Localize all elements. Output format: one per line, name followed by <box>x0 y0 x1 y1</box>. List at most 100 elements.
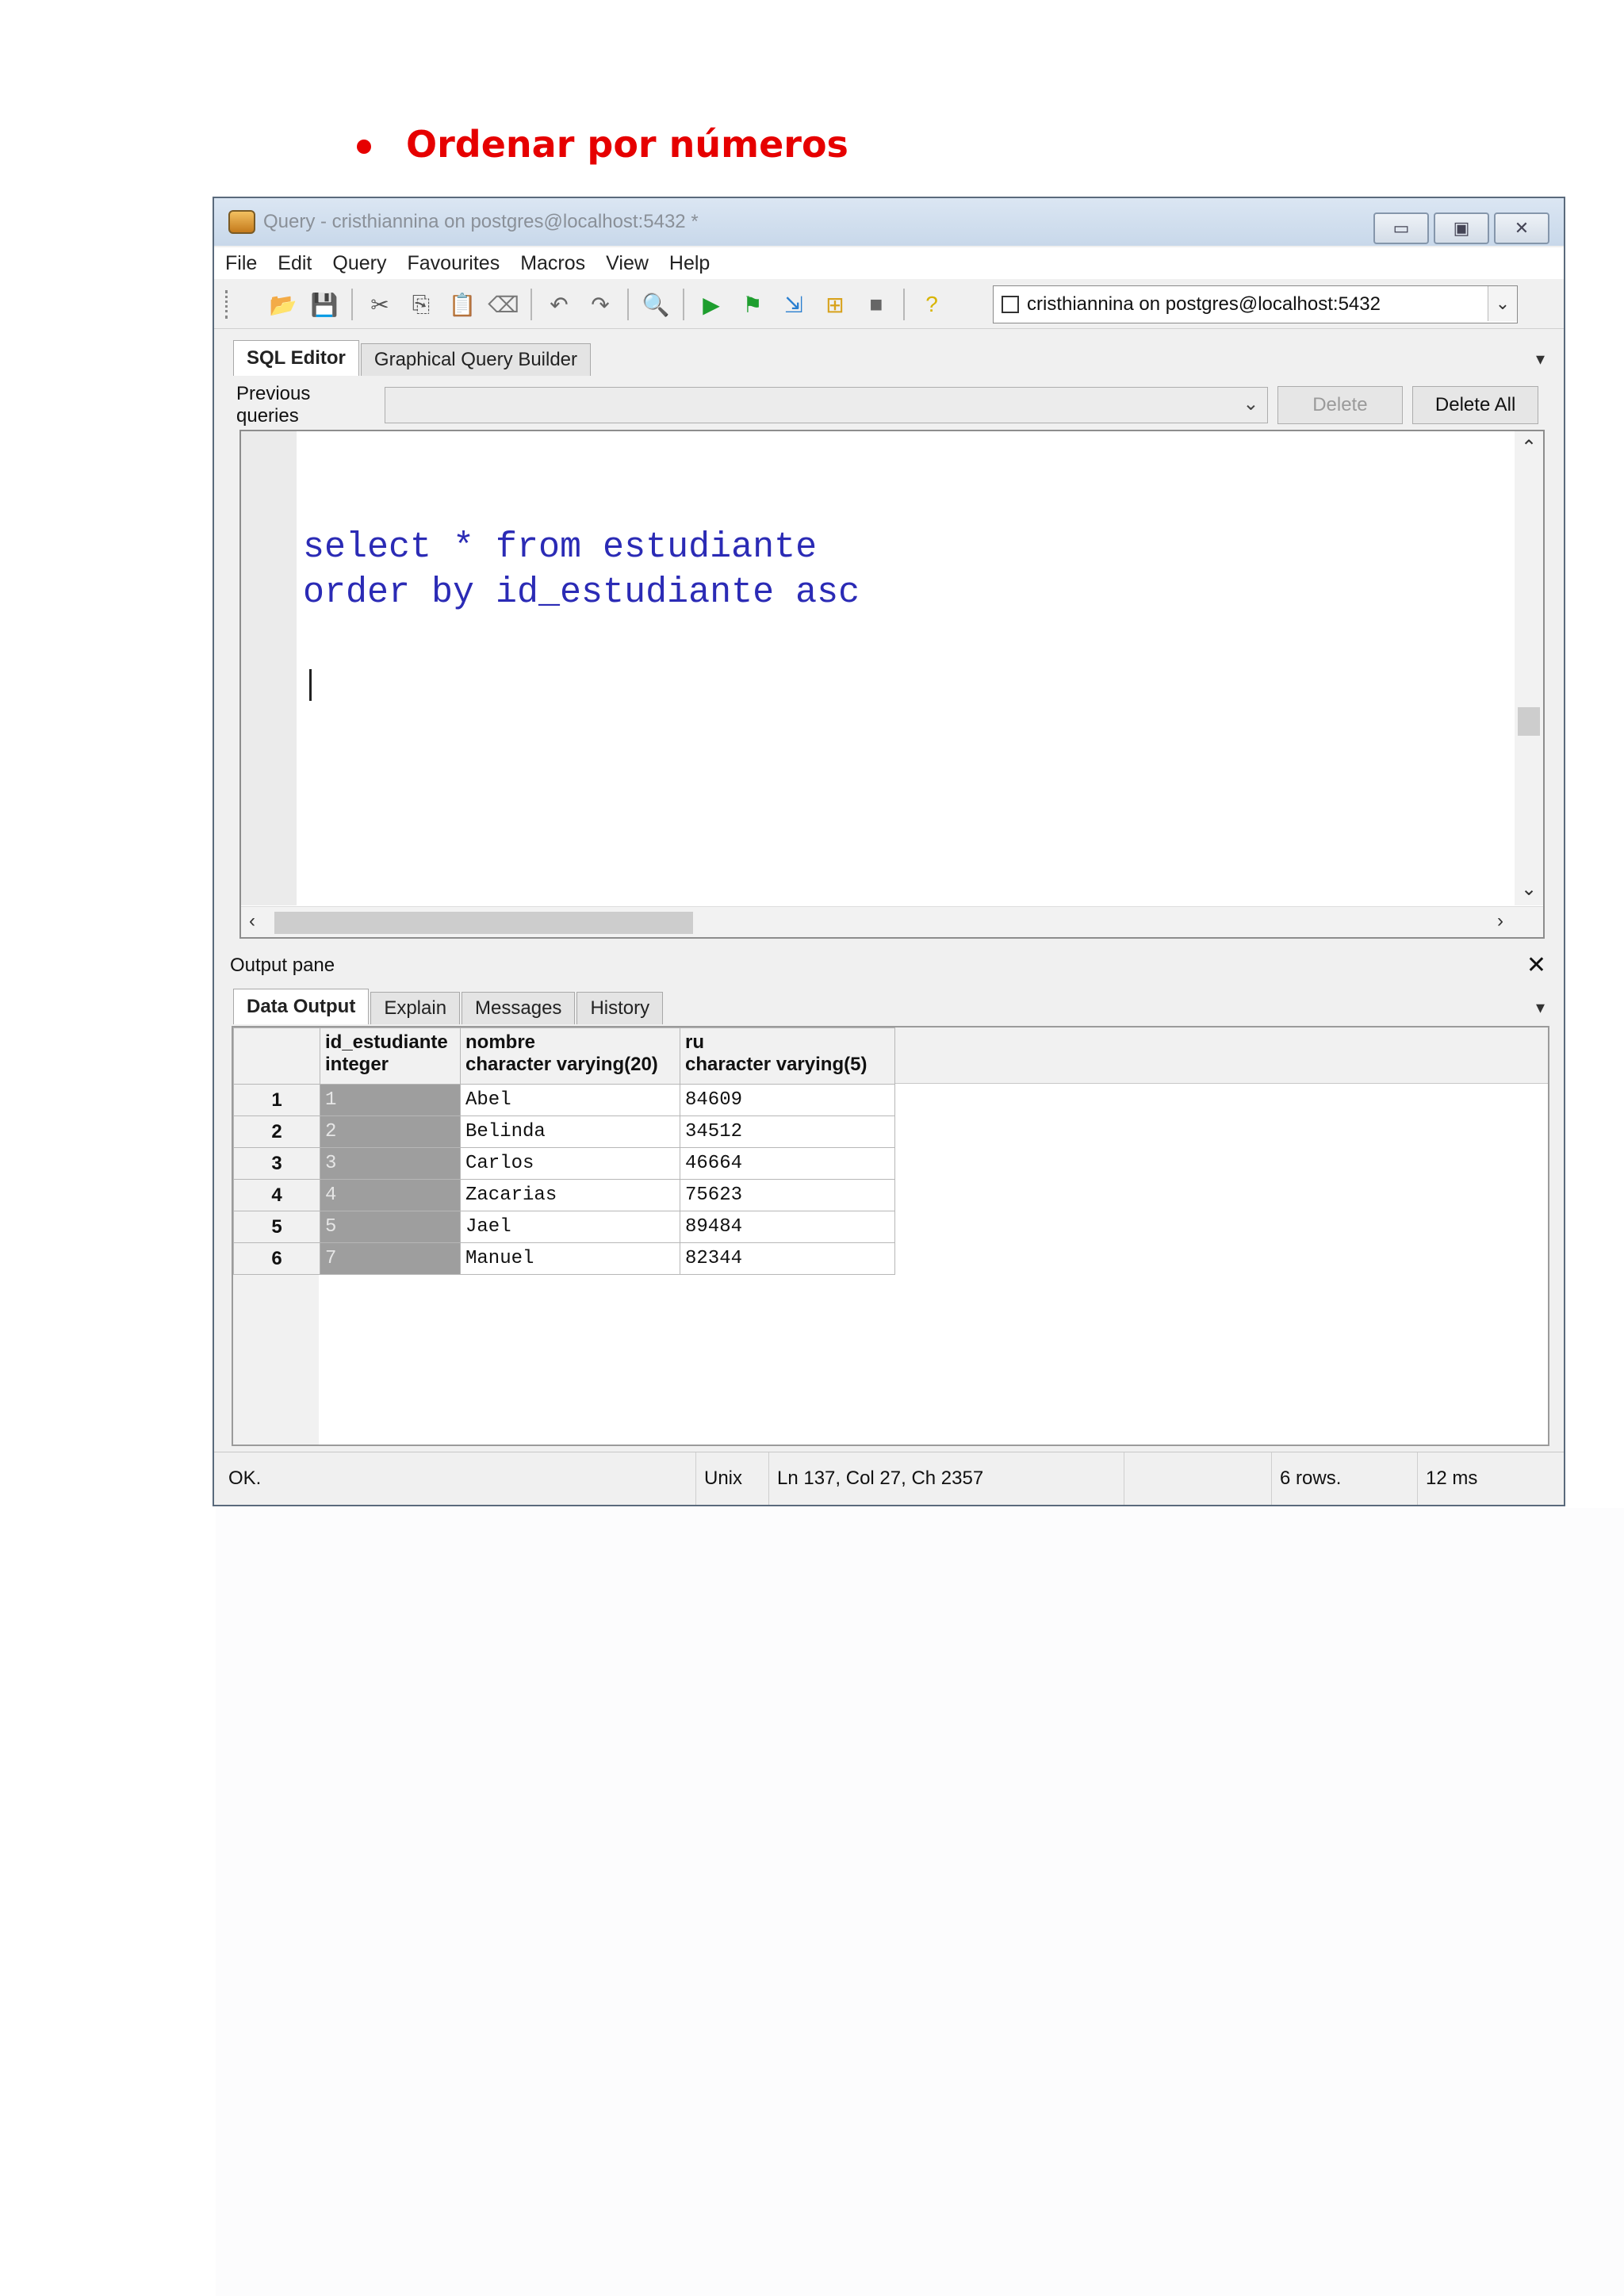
column-type: character varying(20) <box>465 1054 658 1075</box>
nombre-cell[interactable]: Zacarias <box>460 1179 680 1211</box>
previous-queries-select[interactable]: ⌄ <box>385 387 1268 423</box>
menu-edit[interactable]: Edit <box>278 252 312 275</box>
row-number[interactable]: 6 <box>233 1242 320 1275</box>
row-number[interactable]: 5 <box>233 1211 320 1243</box>
editor-gutter <box>241 431 297 905</box>
clear-icon[interactable]: ⌫ <box>488 290 519 319</box>
horizontal-scroll-thumb[interactable] <box>274 912 693 934</box>
cut-icon[interactable]: ✂ <box>366 290 394 319</box>
maximize-button[interactable]: ▣ <box>1434 212 1489 244</box>
editor-tabs: SQL Editor Graphical Query Builder ▾ <box>233 340 1545 376</box>
bullet-icon <box>357 140 371 154</box>
vertical-scroll-thumb[interactable] <box>1518 707 1540 736</box>
output-pane-label: Output pane <box>230 955 335 976</box>
table-row[interactable]: 4 4 Zacarias 75623 <box>233 1179 895 1211</box>
save-icon[interactable]: 💾 <box>310 290 339 319</box>
column-type: character varying(5) <box>685 1054 868 1075</box>
page-background <box>216 1508 1624 2296</box>
tab-menu-icon[interactable]: ▾ <box>1536 349 1545 369</box>
tab-data-output[interactable]: Data Output <box>233 989 370 1024</box>
tab-graphical-query-builder[interactable]: Graphical Query Builder <box>360 343 592 376</box>
horizontal-scrollbar[interactable]: ‹ › <box>241 906 1543 937</box>
close-icon[interactable]: ✕ <box>1526 951 1546 979</box>
find-icon[interactable]: 🔍 <box>642 290 670 319</box>
chevron-down-icon[interactable]: ⌄ <box>1243 392 1258 415</box>
id-cell[interactable]: 3 <box>320 1147 461 1180</box>
scroll-right-icon[interactable]: › <box>1497 910 1503 932</box>
ru-cell[interactable]: 46664 <box>680 1147 895 1180</box>
ru-cell[interactable]: 89484 <box>680 1211 895 1243</box>
delete-all-button[interactable]: Delete All <box>1412 386 1538 424</box>
open-file-icon[interactable]: 📂 <box>269 290 297 319</box>
ru-cell[interactable]: 75623 <box>680 1179 895 1211</box>
row-number[interactable]: 4 <box>233 1179 320 1211</box>
tab-sql-editor[interactable]: SQL Editor <box>233 340 359 376</box>
table-row[interactable]: 6 7 Manuel 82344 <box>233 1242 895 1275</box>
row-number[interactable]: 3 <box>233 1147 320 1180</box>
menu-query[interactable]: Query <box>332 252 386 275</box>
toolbar-grip[interactable] <box>225 290 231 319</box>
nombre-cell[interactable]: Jael <box>460 1211 680 1243</box>
execute-to-file-icon[interactable]: ⇲ <box>779 290 808 319</box>
column-header[interactable]: ru character varying(5) <box>680 1027 895 1085</box>
vertical-scrollbar[interactable]: ⌃ ⌄ <box>1515 431 1543 905</box>
tab-history[interactable]: History <box>576 992 664 1024</box>
tab-menu-icon[interactable]: ▾ <box>1536 997 1545 1018</box>
window-title: Query - cristhiannina on postgres@localh… <box>263 211 699 232</box>
table-row[interactable]: 5 5 Jael 89484 <box>233 1211 895 1243</box>
chevron-down-icon[interactable]: ⌄ <box>1488 286 1517 321</box>
row-number[interactable]: 1 <box>233 1084 320 1116</box>
menu-view[interactable]: View <box>606 252 649 275</box>
id-cell[interactable]: 4 <box>320 1179 461 1211</box>
sql-editor[interactable]: select * from estudiante order by id_est… <box>239 430 1545 939</box>
connection-checkbox[interactable] <box>1002 296 1019 313</box>
minimize-button[interactable]: ▭ <box>1373 212 1429 244</box>
nombre-cell[interactable]: Carlos <box>460 1147 680 1180</box>
connection-select[interactable]: cristhiannina on postgres@localhost:5432… <box>993 285 1518 323</box>
table-row[interactable]: 3 3 Carlos 46664 <box>233 1147 895 1180</box>
id-cell[interactable]: 2 <box>320 1115 461 1148</box>
cancel-query-icon[interactable]: ■ <box>862 290 891 319</box>
row-number[interactable]: 2 <box>233 1115 320 1148</box>
delete-button[interactable]: Delete <box>1277 386 1404 424</box>
undo-icon[interactable]: ↶ <box>545 290 573 319</box>
ru-cell[interactable]: 82344 <box>680 1242 895 1275</box>
corner-cell[interactable] <box>233 1027 320 1085</box>
paste-icon[interactable]: 📋 <box>448 290 477 319</box>
sql-text[interactable]: select * from estudiante order by id_est… <box>303 525 860 615</box>
explain-analyze-icon[interactable]: ⊞ <box>821 290 849 319</box>
status-state: OK. <box>220 1452 696 1505</box>
ru-cell[interactable]: 84609 <box>680 1084 895 1116</box>
scroll-up-icon[interactable]: ⌃ <box>1515 436 1543 459</box>
toolbar-separator <box>351 289 353 320</box>
column-header[interactable]: id_estudiante integer <box>320 1027 461 1085</box>
toolbar-separator <box>530 289 532 320</box>
help-icon[interactable]: ? <box>917 290 946 319</box>
menu-favourites[interactable]: Favourites <box>407 252 500 275</box>
tab-explain[interactable]: Explain <box>370 992 461 1024</box>
id-cell[interactable]: 5 <box>320 1211 461 1243</box>
scroll-left-icon[interactable]: ‹ <box>249 910 255 932</box>
execute-icon[interactable]: ▶ <box>697 290 726 319</box>
nombre-cell[interactable]: Belinda <box>460 1115 680 1148</box>
column-header[interactable]: nombre character varying(20) <box>460 1027 680 1085</box>
close-button[interactable]: ✕ <box>1494 212 1549 244</box>
id-cell[interactable]: 1 <box>320 1084 461 1116</box>
menu-macros[interactable]: Macros <box>520 252 585 275</box>
explain-icon[interactable]: ⚑ <box>738 290 767 319</box>
tab-messages[interactable]: Messages <box>462 992 576 1024</box>
nombre-cell[interactable]: Abel <box>460 1084 680 1116</box>
scroll-down-icon[interactable]: ⌄ <box>1515 878 1543 901</box>
table-row[interactable]: 2 2 Belinda 34512 <box>233 1115 895 1148</box>
table-row[interactable]: 1 1 Abel 84609 <box>233 1084 895 1116</box>
id-cell[interactable]: 7 <box>320 1242 461 1275</box>
redo-icon[interactable]: ↷ <box>586 290 615 319</box>
copy-icon[interactable]: ⎘ <box>407 290 435 319</box>
nombre-cell[interactable]: Manuel <box>460 1242 680 1275</box>
toolbar-separator <box>683 289 684 320</box>
menu-help[interactable]: Help <box>669 252 710 275</box>
data-output-grid: id_estudiante integer nombre character v… <box>232 1026 1549 1446</box>
menu-file[interactable]: File <box>225 252 257 275</box>
ru-cell[interactable]: 34512 <box>680 1115 895 1148</box>
previous-queries-label: Previous queries <box>236 383 311 427</box>
